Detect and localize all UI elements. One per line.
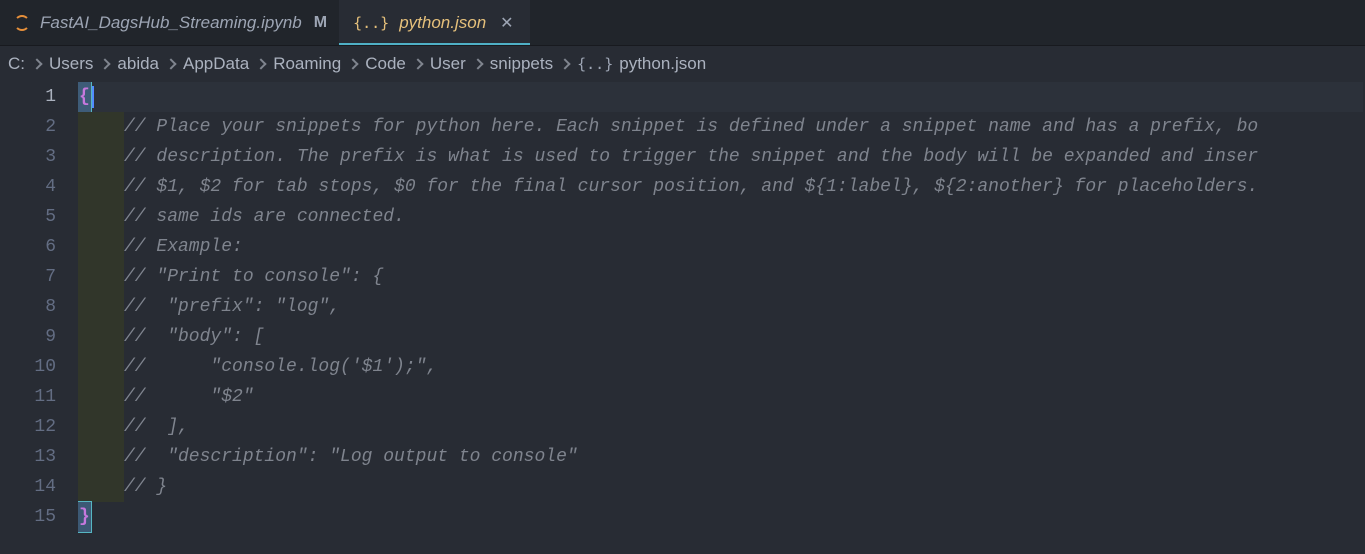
indent-guide — [78, 382, 124, 412]
indent-guide — [78, 112, 124, 142]
code-line[interactable]: // "Print to console": { — [78, 262, 1365, 292]
code-editor[interactable]: 123456789101112131415 {// Place your sni… — [0, 82, 1365, 554]
json-icon: {..} — [577, 55, 613, 73]
line-number: 12 — [0, 412, 56, 442]
line-number: 15 — [0, 502, 56, 532]
line-number-gutter: 123456789101112131415 — [0, 82, 78, 554]
crumb-file[interactable]: python.json — [619, 54, 706, 74]
line-number: 3 — [0, 142, 56, 172]
comment-text: // Example: — [124, 232, 243, 262]
chevron-right-icon — [348, 58, 359, 69]
line-number: 13 — [0, 442, 56, 472]
tab-label: FastAI_DagsHub_Streaming.ipynb — [40, 13, 302, 33]
comment-text: // "prefix": "log", — [124, 292, 340, 322]
indent-guide — [78, 322, 124, 352]
breadcrumb: C: Users abida AppData Roaming Code User… — [0, 46, 1365, 82]
comment-text: // "Print to console": { — [124, 262, 383, 292]
code-line[interactable]: // "body": [ — [78, 322, 1365, 352]
code-line[interactable]: // ], — [78, 412, 1365, 442]
crumb-roaming[interactable]: Roaming — [273, 54, 341, 74]
code-line[interactable]: } — [78, 502, 1365, 532]
comment-text: // description. The prefix is what is us… — [124, 142, 1258, 172]
comment-text: // same ids are connected. — [124, 202, 405, 232]
brace-open: { — [78, 82, 91, 112]
crumb-code[interactable]: Code — [365, 54, 406, 74]
chevron-right-icon — [472, 58, 483, 69]
indent-guide — [78, 262, 124, 292]
comment-text: // ], — [124, 412, 189, 442]
line-number: 6 — [0, 232, 56, 262]
code-line[interactable]: // "console.log('$1');", — [78, 352, 1365, 382]
text-cursor — [92, 86, 94, 108]
comment-text: // } — [124, 472, 167, 502]
line-number: 1 — [0, 82, 56, 112]
code-line[interactable]: // Example: — [78, 232, 1365, 262]
line-number: 11 — [0, 382, 56, 412]
jupyter-icon — [14, 15, 30, 31]
crumb-users[interactable]: Users — [49, 54, 93, 74]
indent-guide — [78, 472, 124, 502]
chevron-right-icon — [412, 58, 423, 69]
tabs-bar: FastAI_DagsHub_Streaming.ipynb M {..} py… — [0, 0, 1365, 46]
line-number: 9 — [0, 322, 56, 352]
line-number: 2 — [0, 112, 56, 142]
indent-guide — [78, 142, 124, 172]
chevron-right-icon — [559, 58, 570, 69]
tab-label: python.json — [399, 13, 486, 33]
indent-guide — [78, 172, 124, 202]
code-line[interactable]: // same ids are connected. — [78, 202, 1365, 232]
line-number: 5 — [0, 202, 56, 232]
comment-text: // $1, $2 for tab stops, $0 for the fina… — [124, 172, 1258, 202]
code-line[interactable]: // $1, $2 for tab stops, $0 for the fina… — [78, 172, 1365, 202]
indent-guide — [78, 412, 124, 442]
comment-text: // "description": "Log output to console… — [124, 442, 578, 472]
line-number: 10 — [0, 352, 56, 382]
code-area[interactable]: { // Place your snippets for python here.… — [78, 82, 1365, 554]
code-line[interactable]: // } — [78, 472, 1365, 502]
chevron-right-icon — [165, 58, 176, 69]
crumb-user[interactable]: User — [430, 54, 466, 74]
chevron-right-icon — [100, 58, 111, 69]
crumb-abida[interactable]: abida — [117, 54, 159, 74]
indent-guide — [78, 442, 124, 472]
line-number: 4 — [0, 172, 56, 202]
comment-text: // "console.log('$1');", — [124, 352, 437, 382]
modified-indicator: M — [314, 14, 327, 32]
chevron-right-icon — [31, 58, 42, 69]
crumb-drive[interactable]: C: — [8, 54, 25, 74]
line-number: 8 — [0, 292, 56, 322]
comment-text: // Place your snippets for python here. … — [124, 112, 1258, 142]
crumb-snippets[interactable]: snippets — [490, 54, 553, 74]
indent-guide — [78, 352, 124, 382]
code-line[interactable]: // description. The prefix is what is us… — [78, 142, 1365, 172]
tab-fastai-notebook[interactable]: FastAI_DagsHub_Streaming.ipynb M — [0, 0, 339, 45]
indent-guide — [78, 232, 124, 262]
close-icon[interactable]: ✕ — [496, 13, 517, 33]
indent-guide — [78, 202, 124, 232]
comment-text: // "body": [ — [124, 322, 264, 352]
json-icon: {..} — [353, 14, 389, 32]
line-number: 7 — [0, 262, 56, 292]
crumb-appdata[interactable]: AppData — [183, 54, 249, 74]
comment-text: // "$2" — [124, 382, 254, 412]
chevron-right-icon — [256, 58, 267, 69]
tab-python-json[interactable]: {..} python.json ✕ — [339, 0, 529, 45]
line-number: 14 — [0, 472, 56, 502]
brace-close: } — [78, 502, 91, 532]
code-line[interactable]: // "description": "Log output to console… — [78, 442, 1365, 472]
code-line[interactable]: // "$2" — [78, 382, 1365, 412]
code-line[interactable]: // "prefix": "log", — [78, 292, 1365, 322]
code-line[interactable]: // Place your snippets for python here. … — [78, 112, 1365, 142]
code-line[interactable]: { — [78, 82, 1363, 112]
indent-guide — [78, 292, 124, 322]
